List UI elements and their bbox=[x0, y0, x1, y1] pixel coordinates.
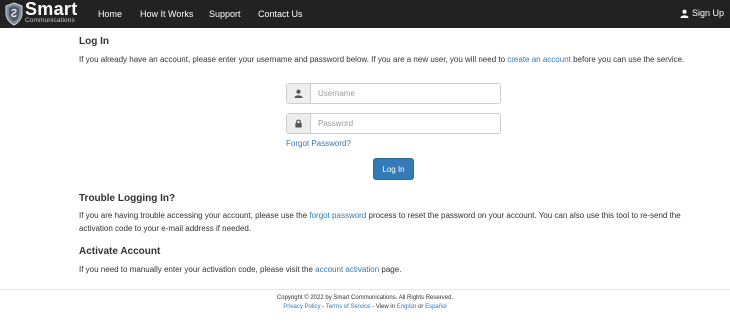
password-addon bbox=[287, 114, 311, 133]
login-button[interactable]: Log In bbox=[373, 158, 414, 180]
activate-text-end: page. bbox=[379, 265, 402, 274]
username-input[interactable] bbox=[311, 84, 500, 103]
forgot-password-process-link[interactable]: forgot password bbox=[309, 211, 366, 220]
password-group bbox=[286, 113, 501, 134]
nav-home[interactable]: Home bbox=[98, 9, 122, 19]
trouble-text: If you are having trouble accessing your… bbox=[79, 209, 705, 235]
navbar: Smart Communications Home How It Works S… bbox=[0, 0, 730, 28]
signup-label: Sign Up bbox=[691, 8, 724, 18]
user-icon bbox=[294, 89, 303, 98]
nav-support[interactable]: Support bbox=[209, 9, 241, 19]
footer-copyright: Copyright © 2022 by Smart Communications… bbox=[276, 295, 454, 301]
shield-logo-icon bbox=[5, 2, 23, 26]
brand-tagline: Communications bbox=[25, 17, 75, 24]
lock-icon bbox=[295, 119, 302, 128]
forgot-password-link[interactable]: Forgot Password? bbox=[286, 139, 351, 148]
terms-of-service-link[interactable]: Terms of Service bbox=[326, 304, 371, 310]
login-title: Log In bbox=[79, 36, 109, 47]
trouble-text-start: If you are having trouble accessing your… bbox=[79, 211, 310, 220]
activate-title: Activate Account bbox=[79, 246, 161, 257]
user-icon bbox=[680, 9, 689, 18]
signup-link[interactable]: Sign Up bbox=[680, 8, 724, 18]
account-activation-link[interactable]: account activation bbox=[315, 265, 379, 274]
nav-how-it-works[interactable]: How It Works bbox=[140, 9, 193, 19]
username-group bbox=[286, 83, 501, 104]
footer-divider bbox=[0, 289, 730, 290]
footer-links: Privacy Policy - Terms of Service - View… bbox=[0, 304, 730, 310]
username-addon bbox=[287, 84, 311, 103]
password-input[interactable] bbox=[311, 114, 500, 133]
login-intro: If you already have an account, please e… bbox=[79, 53, 705, 66]
english-link[interactable]: English bbox=[397, 304, 417, 310]
login-intro-text-end: before you can use the service. bbox=[570, 55, 685, 64]
activate-text-start: If you need to manually enter your activ… bbox=[79, 265, 316, 274]
footer-view-in: - View in bbox=[370, 304, 397, 310]
create-account-link[interactable]: create an account bbox=[507, 55, 571, 64]
activate-text: If you need to manually enter your activ… bbox=[79, 263, 705, 276]
brand-logo[interactable]: Smart Communications bbox=[4, 0, 86, 26]
trouble-title: Trouble Logging In? bbox=[79, 193, 176, 204]
privacy-policy-link[interactable]: Privacy Policy bbox=[283, 304, 320, 310]
login-intro-text: If you already have an account, please e… bbox=[79, 55, 508, 64]
nav-contact-us[interactable]: Contact Us bbox=[258, 9, 303, 19]
spanish-link[interactable]: Español bbox=[425, 304, 447, 310]
footer-or: or bbox=[416, 304, 426, 310]
